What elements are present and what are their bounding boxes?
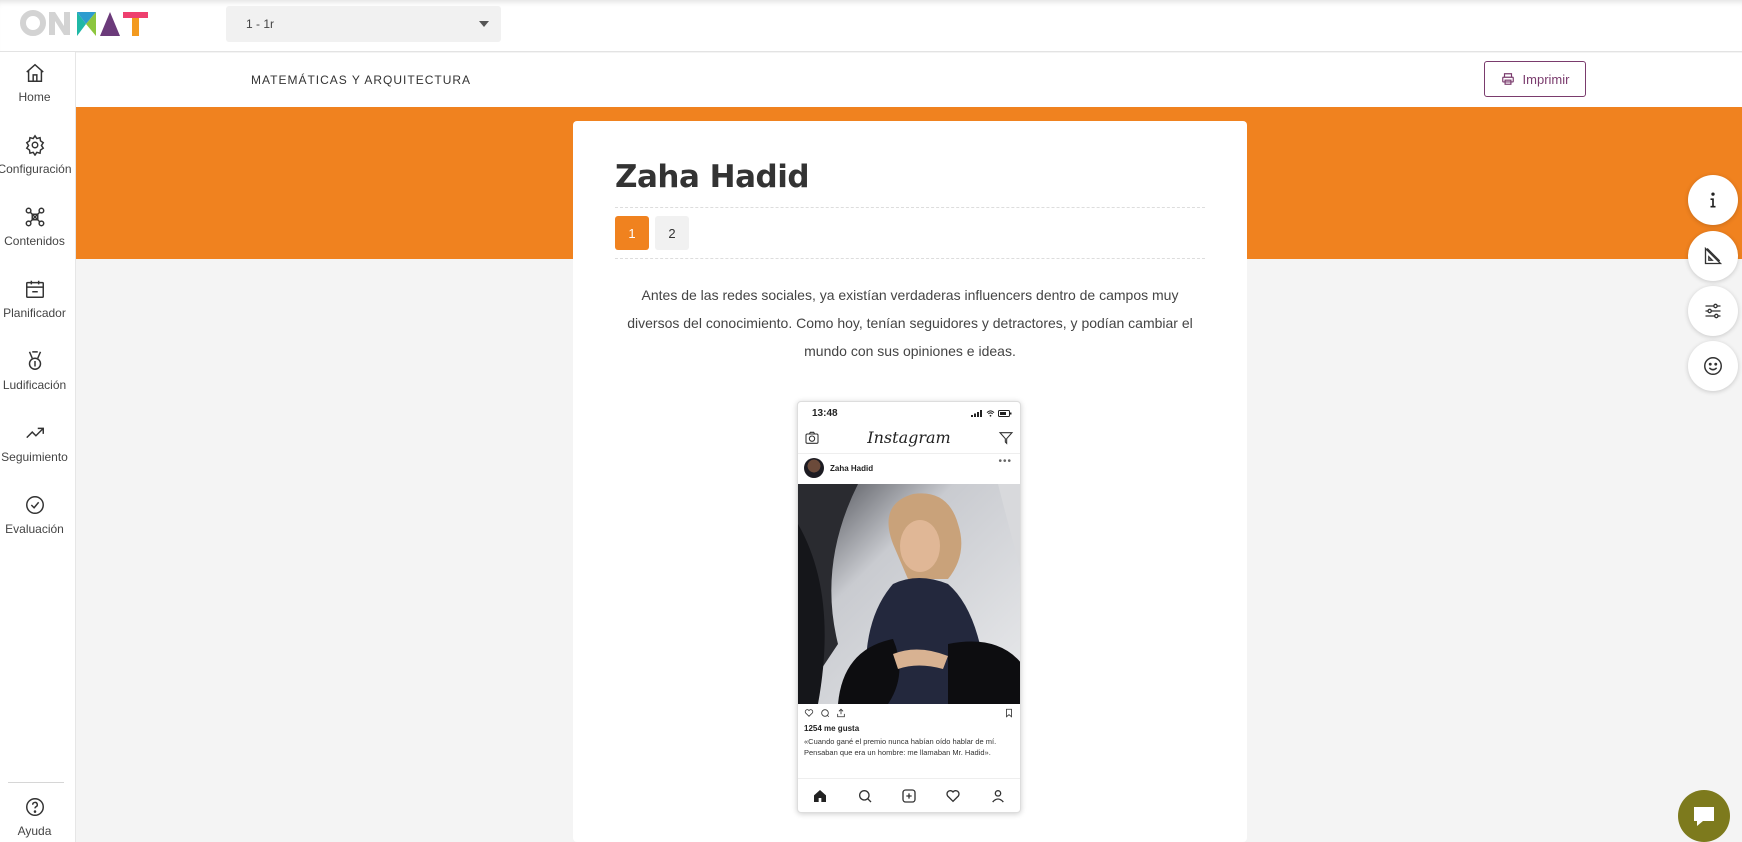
comment-icon[interactable] <box>820 708 830 718</box>
post-photo <box>798 484 1020 704</box>
printer-icon <box>1501 73 1514 85</box>
sidebar-item-contenidos[interactable]: Contenidos <box>0 206 69 248</box>
heart-icon[interactable] <box>945 788 961 804</box>
profile-icon[interactable] <box>990 788 1006 804</box>
sidebar-item-evaluacion[interactable]: Evaluación <box>0 494 69 536</box>
avatar <box>804 458 824 478</box>
sidebar-item-label: Seguimiento <box>1 450 68 464</box>
sub-header: MATEMÁTICAS Y ARQUITECTURA Imprimir <box>76 53 1742 107</box>
info-button[interactable] <box>1688 175 1738 225</box>
content-card: Zaha Hadid 1 2 Antes de las redes social… <box>573 121 1247 842</box>
sidebar-help-label: Ayuda <box>17 824 52 838</box>
divider <box>615 207 1205 208</box>
onmat-logo[interactable] <box>20 10 160 38</box>
sidebar-item-label: Configuración <box>0 162 72 176</box>
sidebar-item-ayuda[interactable]: Ayuda <box>0 796 69 838</box>
onmat-logo-graphic <box>20 10 148 36</box>
sidebar-item-label: Home <box>18 90 51 104</box>
add-post-icon[interactable] <box>901 788 917 804</box>
group-selector-value: 1 - 1r <box>246 17 275 31</box>
search-icon[interactable] <box>857 788 873 804</box>
gear-icon <box>25 134 44 156</box>
bookmark-icon[interactable] <box>1004 708 1014 718</box>
home-filled-icon[interactable] <box>812 788 828 804</box>
divider <box>615 258 1205 259</box>
instagram-bottom-nav <box>798 778 1020 812</box>
chat-icon <box>1694 807 1714 826</box>
portrait-image <box>798 484 1020 704</box>
post-actions <box>804 708 846 718</box>
ruler-icon <box>1704 246 1723 265</box>
trend-icon <box>25 427 44 439</box>
info-icon <box>1710 192 1716 208</box>
instagram-mockup: 13:48 Instagram Zaha Hadid ••• 1254 me g… <box>797 401 1021 813</box>
chat-button[interactable] <box>1678 790 1730 842</box>
signal-icons <box>971 410 1012 417</box>
phone-time: 13:48 <box>812 408 838 419</box>
wifi-icon <box>986 410 995 417</box>
signal-icon <box>971 410 982 417</box>
likes-count: 1254 me gusta <box>804 724 860 733</box>
post-author: Zaha Hadid <box>804 458 873 478</box>
settings-button[interactable] <box>1688 286 1738 336</box>
sidebar-item-label: Evaluación <box>5 522 64 536</box>
page-title: Zaha Hadid <box>615 159 810 195</box>
post-username: Zaha Hadid <box>830 463 874 473</box>
smiley-icon <box>1704 357 1722 375</box>
sliders-icon <box>1705 303 1721 319</box>
check-circle-icon <box>25 496 44 514</box>
intro-text: Antes de las redes sociales, ya existían… <box>627 287 1193 359</box>
sidebar-item-label: Planificador <box>3 306 66 320</box>
instagram-logo-text: Instagram <box>867 428 951 447</box>
send-icon <box>998 432 1014 445</box>
medal-icon <box>28 351 41 370</box>
pagination: 1 2 <box>615 216 689 250</box>
sidebar-item-home[interactable]: Home <box>0 62 69 104</box>
top-bar: 1 - 1r <box>0 0 1742 52</box>
sidebar: Home Configuración Contenidos Planificad… <box>0 52 76 842</box>
feedback-button[interactable] <box>1688 341 1738 391</box>
sidebar-item-ludificacion[interactable]: Ludificación <box>0 350 69 392</box>
page-button-2[interactable]: 2 <box>655 216 689 250</box>
print-button[interactable]: Imprimir <box>1484 61 1586 97</box>
share-icon[interactable] <box>836 708 846 718</box>
breadcrumb: MATEMÁTICAS Y ARQUITECTURA <box>251 73 472 87</box>
calendar-icon <box>25 280 44 298</box>
sidebar-item-planificador[interactable]: Planificador <box>0 278 69 320</box>
sidebar-item-configuracion[interactable]: Configuración <box>0 134 72 176</box>
page-button-1[interactable]: 1 <box>615 216 649 250</box>
chevron-down-icon <box>479 21 489 27</box>
print-button-label: Imprimir <box>1522 71 1570 87</box>
instagram-appbar: Instagram <box>798 424 1020 454</box>
help-icon <box>25 798 44 816</box>
nodes-icon <box>25 207 44 227</box>
ruler-button[interactable] <box>1688 231 1738 281</box>
battery-icon <box>998 410 1012 417</box>
home-icon <box>25 63 44 82</box>
more-icon: ••• <box>998 456 1012 467</box>
sidebar-item-label: Contenidos <box>4 234 65 248</box>
sidebar-item-label: Ludificación <box>2 378 67 392</box>
heart-icon[interactable] <box>804 708 814 718</box>
sidebar-item-seguimiento[interactable]: Seguimiento <box>0 422 69 464</box>
sidebar-divider <box>8 782 64 783</box>
post-caption: «Cuando gané el premio nunca habían oído… <box>804 737 997 757</box>
group-selector[interactable]: 1 - 1r <box>226 6 501 42</box>
